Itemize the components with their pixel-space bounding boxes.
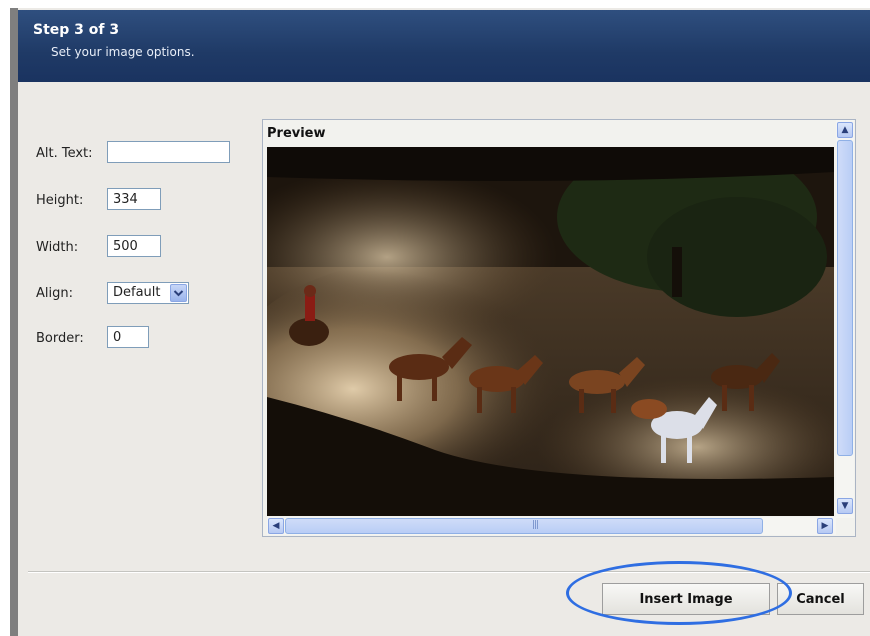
- scroll-down-icon[interactable]: ▼: [837, 498, 853, 514]
- step-subtitle: Set your image options.: [51, 45, 195, 59]
- horizontal-scroll-thumb[interactable]: |||: [285, 518, 763, 534]
- dialog-left-edge: [10, 8, 18, 636]
- scroll-right-icon[interactable]: ▶: [817, 518, 833, 534]
- align-select[interactable]: Default: [107, 282, 189, 304]
- width-input[interactable]: [107, 235, 161, 257]
- width-label: Width:: [36, 240, 79, 255]
- align-select-value: Default: [113, 285, 161, 300]
- preview-vertical-scrollbar[interactable]: ▲ ▼: [836, 120, 854, 518]
- preview-horizontal-scrollbar[interactable]: ◀ ||| ▶: [267, 517, 836, 535]
- step-title: Step 3 of 3: [33, 22, 120, 38]
- preview-label: Preview: [267, 126, 326, 141]
- vertical-scroll-thumb[interactable]: [837, 140, 853, 456]
- wizard-header: Step 3 of 3 Set your image options.: [18, 10, 870, 82]
- border-label: Border:: [36, 331, 84, 346]
- highlight-annotation-ellipse: [566, 561, 792, 625]
- alt-text-input[interactable]: [107, 141, 230, 163]
- align-label: Align:: [36, 286, 73, 301]
- height-input[interactable]: [107, 188, 161, 210]
- preview-panel: Preview ▲ ▼ ◀ ||| ▶: [262, 119, 856, 537]
- alt-text-label: Alt. Text:: [36, 146, 93, 161]
- border-input[interactable]: [107, 326, 149, 348]
- preview-image: [267, 147, 834, 516]
- height-label: Height:: [36, 193, 84, 208]
- scroll-up-icon[interactable]: ▲: [837, 122, 853, 138]
- scroll-left-icon[interactable]: ◀: [268, 518, 284, 534]
- horses-photo-illustration: [267, 147, 834, 516]
- chevron-down-icon[interactable]: [170, 284, 187, 302]
- scroll-grip: |||: [532, 520, 539, 530]
